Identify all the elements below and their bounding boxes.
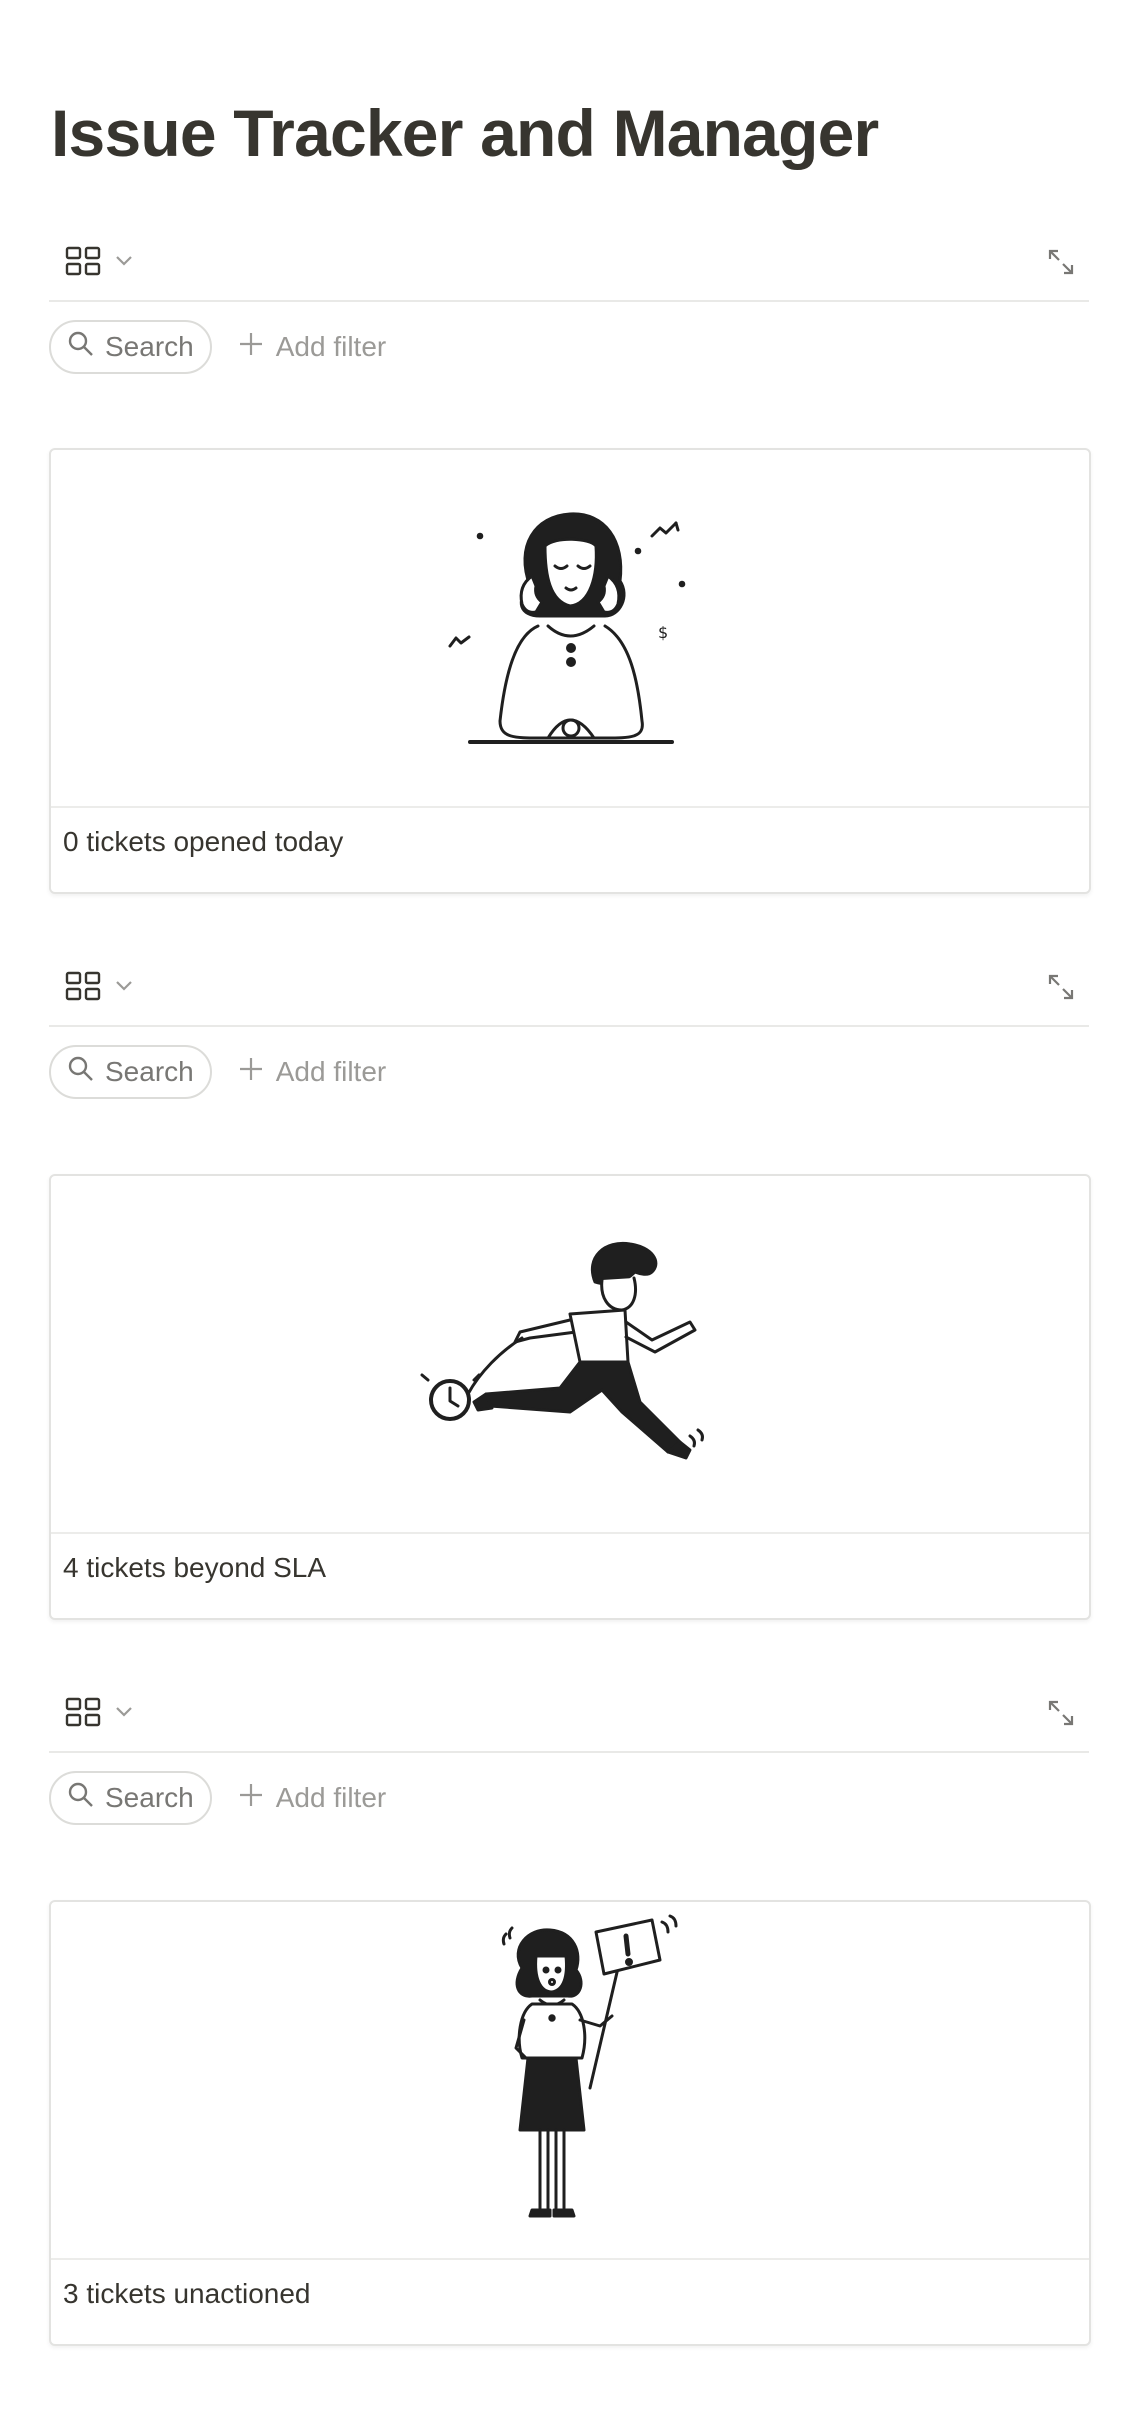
view-switcher[interactable] — [65, 1697, 133, 1727]
view-toolbar — [49, 228, 1089, 302]
woman-holding-warning-sign-illustration — [440, 1908, 700, 2253]
gallery-card[interactable]: 4 tickets beyond SLA — [49, 1174, 1091, 1620]
search-button[interactable]: Search — [49, 1771, 212, 1825]
search-icon — [67, 330, 95, 365]
search-label: Search — [105, 331, 194, 362]
card-title: 4 tickets beyond SLA — [63, 1552, 327, 1583]
gallery-grid-icon — [65, 246, 101, 276]
card-cover — [51, 1176, 1089, 1534]
view-switcher[interactable] — [65, 246, 133, 276]
chevron-down-icon — [115, 255, 133, 267]
gallery-card[interactable]: $ 0 tickets opened today — [49, 448, 1091, 894]
plus-icon — [238, 331, 264, 364]
page: Issue Tracker and Manager Search Add fil… — [0, 0, 1125, 2436]
card-cover — [51, 1902, 1089, 2260]
filter-row: Search Add filter — [49, 1753, 1089, 1843]
add-filter-label: Add filter — [275, 1782, 387, 1813]
man-running-with-clock-illustration — [390, 1202, 750, 1507]
search-label: Search — [105, 1782, 194, 1813]
chevron-down-icon — [115, 980, 133, 992]
view-toolbar — [49, 953, 1089, 1027]
plus-icon — [238, 1782, 264, 1815]
search-label: Search — [105, 1056, 194, 1087]
gallery-view-3: Search Add filter 3 tickets unactioned — [49, 1679, 1091, 2346]
gallery-view-2: Search Add filter 4 tickets beyond SLA — [49, 953, 1091, 1620]
gallery-card[interactable]: 3 tickets unactioned — [49, 1900, 1091, 2346]
gallery-grid-icon — [65, 1697, 101, 1727]
view-toolbar — [49, 1679, 1089, 1753]
search-icon — [67, 1781, 95, 1816]
view-switcher[interactable] — [65, 971, 133, 1001]
expand-icon[interactable] — [1047, 248, 1075, 281]
add-filter-button[interactable]: Add filter — [238, 1056, 387, 1089]
add-filter-button[interactable]: Add filter — [238, 1782, 387, 1815]
expand-icon[interactable] — [1047, 1699, 1075, 1732]
filter-row: Search Add filter — [49, 1027, 1089, 1117]
add-filter-label: Add filter — [275, 331, 387, 362]
svg-text:$: $ — [658, 623, 668, 642]
add-filter-label: Add filter — [275, 1056, 387, 1087]
search-button[interactable]: Search — [49, 320, 212, 374]
filter-row: Search Add filter — [49, 302, 1089, 392]
search-icon — [67, 1055, 95, 1090]
page-title: Issue Tracker and Manager — [51, 96, 879, 170]
gallery-view-1: Search Add filter $ 0 tickets opened tod… — [49, 228, 1091, 894]
gallery-grid-icon — [65, 971, 101, 1001]
woman-on-two-phones-illustration: $ — [420, 476, 720, 781]
card-title: 3 tickets unactioned — [63, 2278, 311, 2309]
search-button[interactable]: Search — [49, 1045, 212, 1099]
card-title: 0 tickets opened today — [63, 826, 344, 857]
add-filter-button[interactable]: Add filter — [238, 331, 387, 364]
plus-icon — [238, 1056, 264, 1089]
chevron-down-icon — [115, 1706, 133, 1718]
expand-icon[interactable] — [1047, 973, 1075, 1006]
card-cover: $ — [51, 450, 1089, 808]
